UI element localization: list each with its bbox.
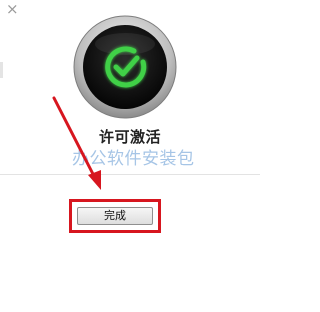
done-highlight: 完成 <box>69 199 161 233</box>
annotation-arrow <box>52 96 101 190</box>
done-button[interactable]: 完成 <box>77 207 153 225</box>
